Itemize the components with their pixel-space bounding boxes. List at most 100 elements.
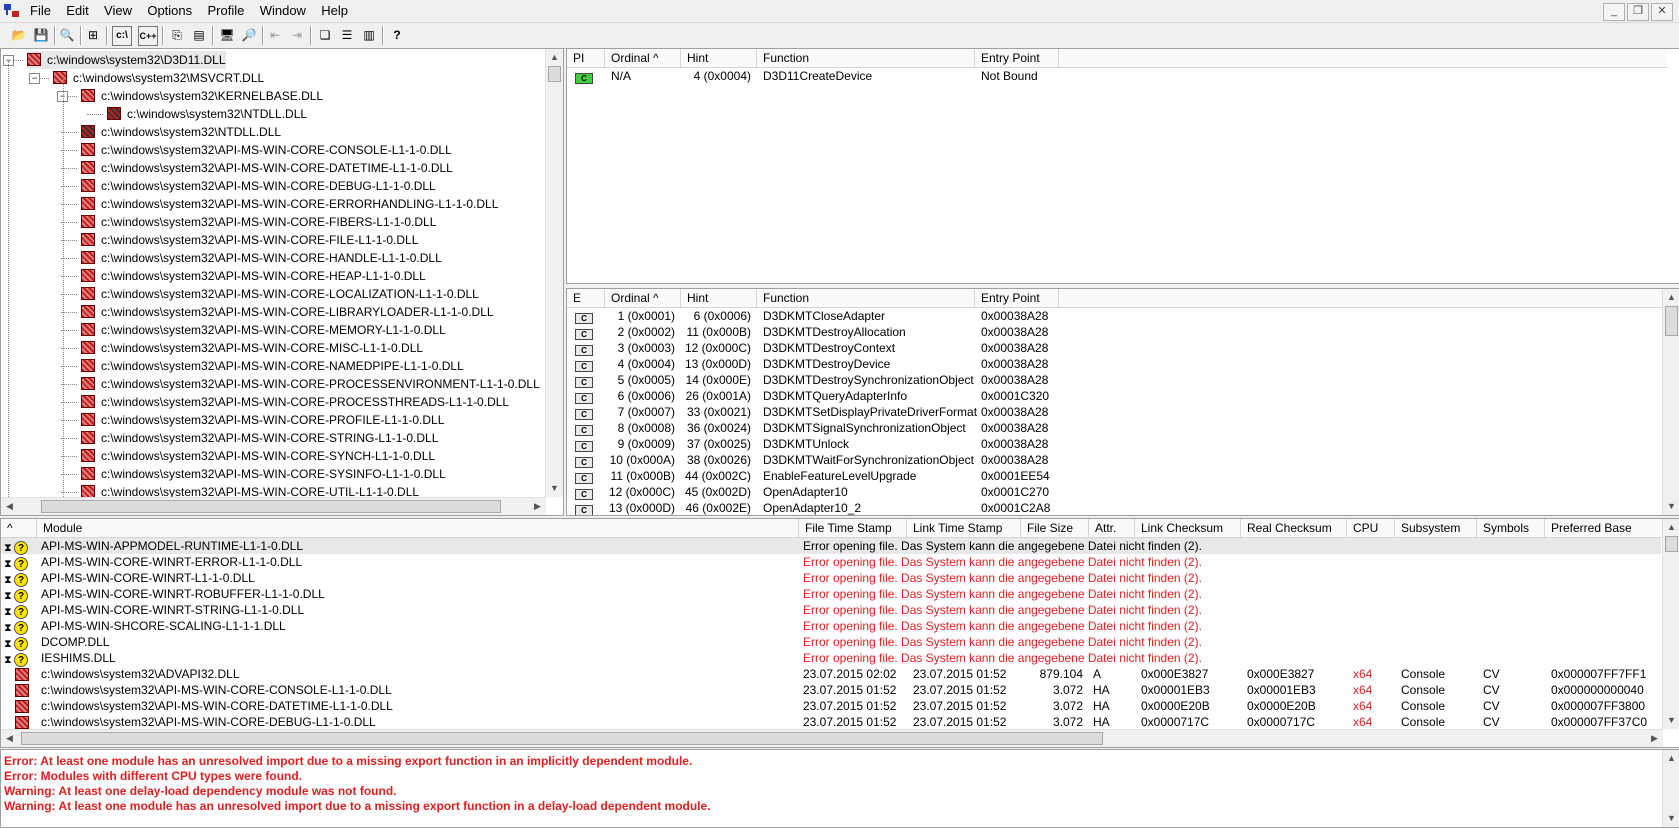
table-row[interactable]: C 10 (0x000A) 38 (0x0026) D3DKMTWaitForSync… [567,452,1663,468]
module-row[interactable]: c:\windows\system32\API-MS-WIN-CORE-DEBU… [1,714,1661,730]
table-row[interactable]: C 3 (0x0003) 12 (0x000C) D3DKMTDestroyConte… [567,340,1663,356]
menu-window[interactable]: Window [254,0,312,18]
module-row[interactable]: ⧗? API-MS-WIN-CORE-WINRT-STRING-L1-1-0.DL… [1,602,1661,619]
col-cpu[interactable]: CPU [1347,519,1395,537]
tree-item[interactable]: c:\windows\system32\API-MS-WIN-CORE-HAND… [81,249,442,267]
menu-view[interactable]: View [98,0,138,18]
tree-item[interactable]: c:\windows\system32\API-MS-WIN-CORE-SYNC… [81,447,435,465]
cascade-icon[interactable]: ❏ [316,26,334,44]
restore-icon[interactable]: ❐ [1627,3,1649,21]
menu-profile[interactable]: Profile [202,0,251,18]
tree-item[interactable]: c:\windows\system32\D3D11.DLL [27,51,226,69]
table-row[interactable]: C 2 (0x0002) 11 (0x000B) D3DKMTDestroyAlloc… [567,324,1663,340]
next-icon[interactable]: ⇥ [288,26,306,44]
undecorate-cpp-button[interactable]: C++ [138,26,158,46]
col-ordinal[interactable]: Ordinal ^ [605,289,681,307]
tree-item[interactable]: c:\windows\system32\API-MS-WIN-CORE-CONS… [81,141,452,159]
log-window[interactable]: Error: At least one module has an unreso… [0,749,1679,828]
system-info-icon[interactable]: 🖥 [218,26,236,44]
tree-item[interactable]: c:\windows\system32\API-MS-WIN-CORE-MISC… [81,339,423,357]
table-row[interactable]: C 1 (0x0001) 6 (0x0006) D3DKMTCloseAdapter 0… [567,308,1663,324]
tree-item[interactable]: c:\windows\system32\MSVCRT.DLL [53,69,264,87]
tree-item[interactable]: c:\windows\system32\API-MS-WIN-CORE-LOCA… [81,285,479,303]
col-attr[interactable]: Attr. [1089,519,1135,537]
col-file-size[interactable]: File Size [1021,519,1089,537]
col-entry-point[interactable]: Entry Point [975,49,1059,67]
module-dependency-tree[interactable]: c:\windows\system32\D3D11.DLL − c:\windows… [0,48,564,516]
module-row[interactable]: ⧗? IESHIMS.DLL Error opening file. Das Sys… [1,650,1661,667]
app-icon[interactable] [4,4,20,18]
col-e[interactable]: E [567,289,605,307]
module-row[interactable]: ⧗? DCOMP.DLL Error opening file. Das Syste… [1,634,1661,651]
table-row[interactable]: C 4 (0x0004) 13 (0x000D) D3DKMTDestroyDevic… [567,356,1663,372]
table-row[interactable]: C 12 (0x000C) 45 (0x002D) OpenAdapter10 0x00… [567,484,1663,500]
module-row[interactable]: c:\windows\system32\API-MS-WIN-CORE-DATE… [1,698,1661,714]
properties-icon[interactable]: ▤ [190,26,208,44]
tree-vertical-scrollbar[interactable]: ▲ ▼ [545,49,563,497]
tree-item[interactable]: c:\windows\system32\NTDLL.DLL [107,105,307,123]
log-vertical-scrollbar[interactable]: ▲ ▼ [1662,750,1679,827]
menu-edit[interactable]: Edit [60,0,94,18]
view-module-icon[interactable]: 🔎 [240,26,258,44]
col-ordinal[interactable]: Ordinal ^ [605,49,681,67]
open-icon[interactable]: 📂 [10,26,28,44]
col-function[interactable]: Function [757,49,975,67]
tile-vertical-icon[interactable]: ▥ [360,26,378,44]
col-module[interactable]: Module [37,519,799,537]
find-icon[interactable]: 🔍 [58,26,76,44]
tree-item[interactable]: c:\windows\system32\API-MS-WIN-CORE-PROC… [81,393,509,411]
tree-expand-icon[interactable]: ⊞ [84,26,102,44]
col-real-checksum[interactable]: Real Checksum [1241,519,1347,537]
col-sort[interactable]: ^ [1,519,37,537]
help-icon[interactable]: ? [388,26,406,44]
tree-item[interactable]: c:\windows\system32\API-MS-WIN-CORE-HEAP… [81,267,426,285]
tree-item[interactable]: c:\windows\system32\KERNELBASE.DLL [81,87,323,105]
table-row[interactable]: C 11 (0x000B) 44 (0x002C) EnableFeatureLeve… [567,468,1663,484]
table-row[interactable]: C 13 (0x000D) 46 (0x002E) OpenAdapter10_2 0x… [567,500,1663,515]
module-list[interactable]: ^ Module File Time Stamp Link Time Stamp… [0,518,1679,748]
col-link-checksum[interactable]: Link Checksum [1135,519,1241,537]
modules-horizontal-scrollbar[interactable]: ◀ ▶ [1,729,1663,747]
tree-item[interactable]: c:\windows\system32\API-MS-WIN-CORE-DEBU… [81,177,436,195]
col-link-time-stamp[interactable]: Link Time Stamp [907,519,1021,537]
table-row[interactable]: C N/A 4 (0x0004) D3D11CreateDevice Not B… [567,68,1667,84]
tree-item[interactable]: c:\windows\system32\API-MS-WIN-CORE-DATE… [81,159,453,177]
minimize-icon[interactable]: _ [1603,3,1625,21]
col-entry-point[interactable]: Entry Point [975,289,1059,307]
tree-item[interactable]: c:\windows\system32\API-MS-WIN-CORE-SYSI… [81,465,446,483]
copy-icon[interactable]: ⎘ [168,26,186,44]
full-paths-button[interactable]: c:\ [112,26,132,46]
tree-item[interactable]: c:\windows\system32\API-MS-WIN-CORE-PROF… [81,411,444,429]
exports-vertical-scrollbar[interactable]: ▲ ▼ [1662,289,1679,515]
module-row[interactable]: ⧗? API-MS-WIN-CORE-WINRT-L1-1-0.DLL Error … [1,570,1661,587]
save-icon[interactable]: 💾 [32,26,50,44]
tree-item[interactable]: c:\windows\system32\API-MS-WIN-CORE-STRI… [81,429,438,447]
module-row[interactable]: ⧗? API-MS-WIN-CORE-WINRT-ROBUFFER-L1-1-0.… [1,586,1661,603]
tree-item[interactable]: c:\windows\system32\API-MS-WIN-CORE-FILE… [81,231,418,249]
col-pi[interactable]: PI [567,49,605,67]
menu-options[interactable]: Options [141,0,198,18]
table-row[interactable]: C 7 (0x0007) 33 (0x0021) D3DKMTSetDisplayPr… [567,404,1663,420]
tree-item[interactable]: c:\windows\system32\API-MS-WIN-CORE-FIBE… [81,213,436,231]
menu-help[interactable]: Help [315,0,354,18]
module-row[interactable]: c:\windows\system32\API-MS-WIN-CORE-CONS… [1,682,1661,698]
col-symbols[interactable]: Symbols [1477,519,1545,537]
table-row[interactable]: C 5 (0x0005) 14 (0x000E) D3DKMTDestroySynch… [567,372,1663,388]
module-row[interactable]: ⧗? API-MS-WIN-APPMODEL-RUNTIME-L1-1-0.DLL… [1,538,1661,555]
tree-item[interactable]: c:\windows\system32\API-MS-WIN-CORE-ERRO… [81,195,498,213]
tree-horizontal-scrollbar[interactable]: ◀ ▶ [1,497,546,515]
module-row[interactable]: ⧗? API-MS-WIN-SHCORE-SCALING-L1-1-1.DLL Er… [1,618,1661,635]
module-row[interactable]: c:\windows\system32\ADVAPI32.DLL 23.07.20… [1,666,1661,682]
tree-item[interactable]: c:\windows\system32\API-MS-WIN-CORE-MEMO… [81,321,446,339]
collapse-toggle[interactable]: − [29,73,40,84]
close-icon[interactable]: ✕ [1651,3,1673,21]
tile-horizontal-icon[interactable]: ☰ [338,26,356,44]
previous-icon[interactable]: ⇤ [266,26,284,44]
module-row[interactable]: ⧗? API-MS-WIN-CORE-WINRT-ERROR-L1-1-0.DLL… [1,554,1661,571]
tree-item[interactable]: c:\windows\system32\NTDLL.DLL [81,123,281,141]
col-hint[interactable]: Hint [681,49,757,67]
col-hint[interactable]: Hint [681,289,757,307]
col-function[interactable]: Function [757,289,975,307]
menu-file[interactable]: File [24,0,57,18]
tree-item[interactable]: c:\windows\system32\API-MS-WIN-CORE-NAME… [81,357,464,375]
